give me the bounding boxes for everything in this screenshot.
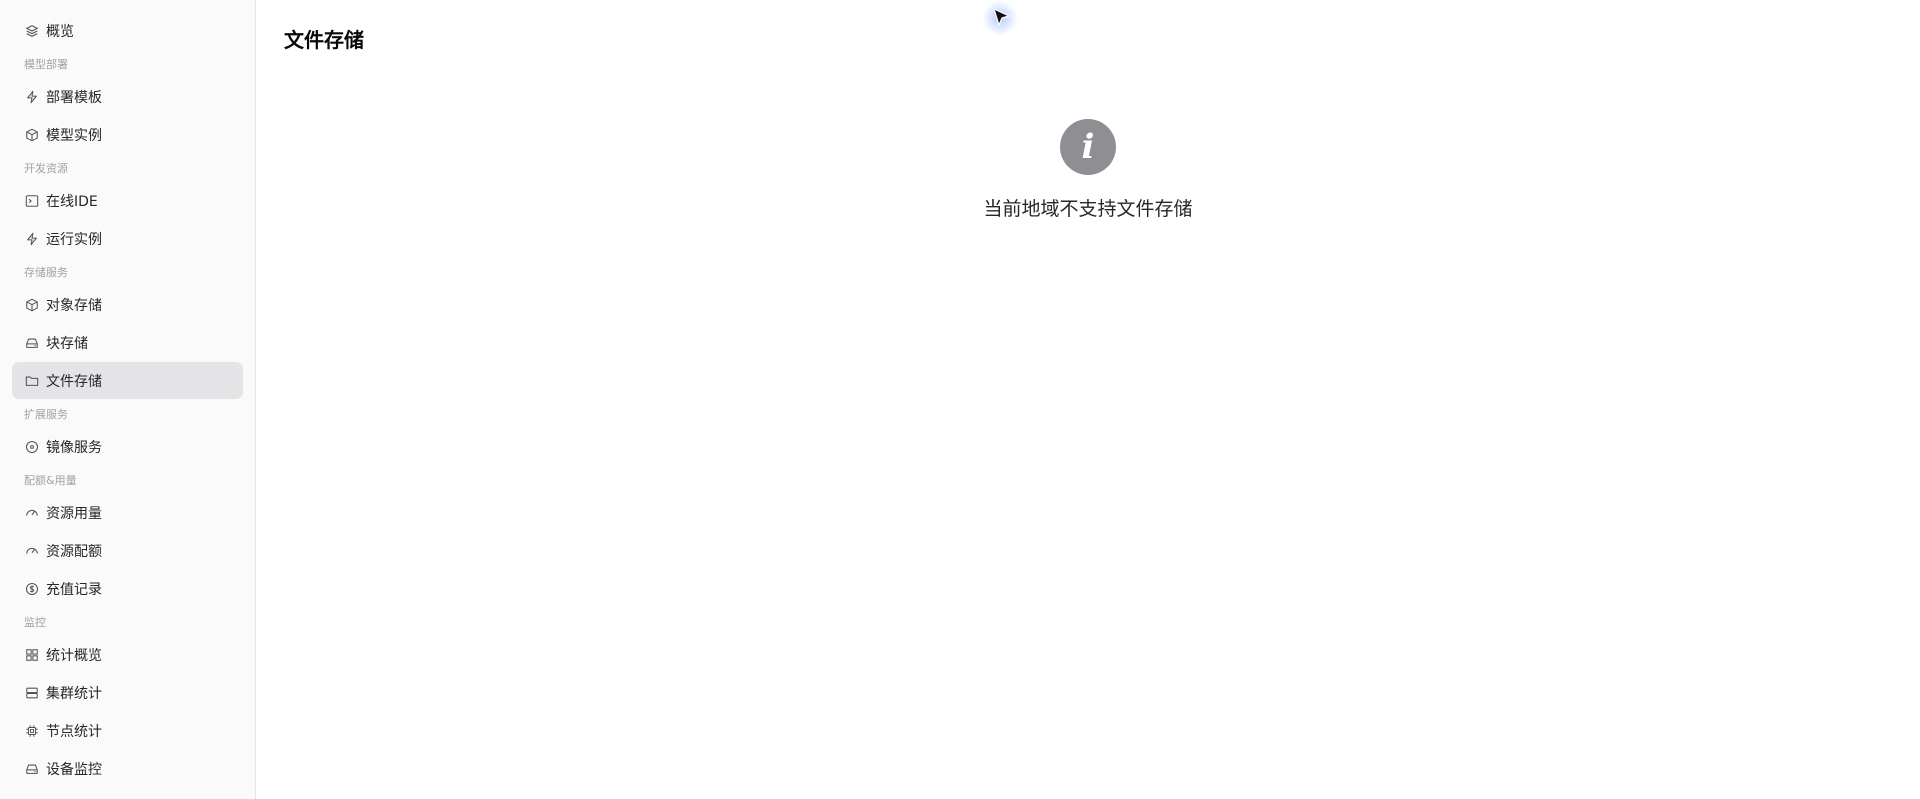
sidebar-section-label: 配额&用量 [24, 474, 77, 487]
sidebar: 概览模型部署部署模板模型实例开发资源在线IDE 运行实例存储服务对象存储块存储文件… [0, 0, 256, 799]
sidebar-item-model-instance[interactable]: 模型实例 [12, 116, 243, 153]
sidebar-item-label: 统计概览 [46, 647, 102, 664]
sidebar-section-label: 监控 [24, 616, 46, 629]
sidebar-section-label: 存储服务 [24, 266, 68, 279]
gauge-icon [24, 543, 40, 559]
box-icon [24, 127, 40, 143]
sidebar-item-image-service[interactable]: 镜像服务 [12, 428, 243, 465]
sidebar-item-label: 资源配额 [46, 543, 102, 560]
app-root: 概览 模型部署 部署模板 模型实例 开发资源 在线IDE 运行实例 存储服务 对象存储 块存储 文件… [0, 0, 1920, 799]
sidebar-item-label: 部署模板 [46, 89, 102, 106]
sidebar-item-label: 模型实例 [46, 127, 102, 144]
sidebar-item-node-stats[interactable]: 节点统计 [12, 712, 243, 749]
sidebar-section-label: 扩展服务 [24, 408, 68, 421]
sidebar-item-overview[interactable]: 概览 [12, 12, 243, 49]
empty-state: i 当前地域不支持文件存储 [256, 119, 1920, 221]
disc-icon [24, 439, 40, 455]
sidebar-item-deploy-template[interactable]: 部署模板 [12, 78, 243, 115]
sidebar-item-label: 概览 [46, 23, 74, 40]
sidebar-item-label: 节点统计 [46, 723, 102, 740]
bolt-icon [24, 89, 40, 105]
main-content: 文件存储 i 当前地域不支持文件存储 [256, 0, 1920, 799]
sidebar-item-file-storage[interactable]: 文件存储 [12, 362, 243, 399]
page-title: 文件存储 [284, 28, 364, 52]
sidebar-item-label: 充值记录 [46, 581, 102, 598]
folder-icon [24, 373, 40, 389]
sidebar-section-label: 开发资源 [24, 162, 68, 175]
sidebar-item-cluster-stats[interactable]: 集群统计 [12, 674, 243, 711]
sidebar-item-stats-overview[interactable]: 统计概览 [12, 636, 243, 673]
sidebar-item-running-instance[interactable]: 运行实例 [12, 220, 243, 257]
cube-icon [24, 297, 40, 313]
hard-drive-icon [24, 761, 40, 777]
layers-icon [24, 23, 40, 39]
info-glyph: i [1081, 127, 1095, 167]
bolt-icon [24, 231, 40, 247]
sidebar-item-resource-usage[interactable]: 资源用量 [12, 494, 243, 531]
sidebar-item-label: 文件存储 [46, 373, 102, 390]
terminal-icon [24, 193, 40, 209]
sidebar-item-recharge-records[interactable]: 充值记录 [12, 570, 243, 607]
sidebar-item-label: 集群统计 [46, 685, 102, 702]
hard-drive-icon [24, 335, 40, 351]
sidebar-item-object-storage[interactable]: 对象存储 [12, 286, 243, 323]
info-icon: i [1060, 119, 1116, 175]
sidebar-item-label: 设备监控 [46, 761, 102, 778]
mouse-cursor-icon [993, 8, 1010, 26]
sidebar-item-device-monitor[interactable]: 设备监控 [12, 750, 243, 787]
sidebar-item-label: 块存储 [46, 335, 88, 352]
empty-state-message: 当前地域不支持文件存储 [983, 198, 1193, 220]
gauge-icon [24, 505, 40, 521]
sidebar-item-label: 资源用量 [46, 505, 102, 522]
sidebar-item-online-ide[interactable]: 在线IDE [12, 182, 243, 219]
grid-icon [24, 647, 40, 663]
dollar-icon [24, 581, 40, 597]
sidebar-item-block-storage[interactable]: 块存储 [12, 324, 243, 361]
sidebar-item-label: 运行实例 [46, 231, 102, 248]
chip-icon [24, 723, 40, 739]
sidebar-item-label: 镜像服务 [46, 439, 102, 456]
sidebar-item-resource-quota[interactable]: 资源配额 [12, 532, 243, 569]
sidebar-item-label: 在线IDE [46, 193, 98, 210]
server-icon [24, 685, 40, 701]
sidebar-section-label: 模型部署 [24, 58, 68, 71]
sidebar-item-label: 对象存储 [46, 297, 102, 314]
